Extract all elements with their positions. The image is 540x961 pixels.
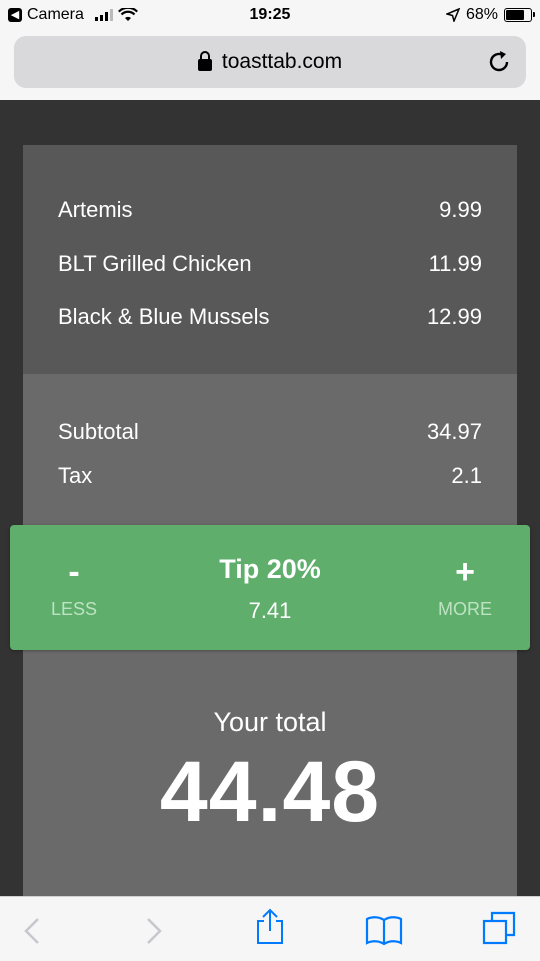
tip-percentage: Tip 20% bbox=[219, 554, 321, 584]
battery-percent: 68% bbox=[465, 6, 498, 23]
increase-tip-button[interactable]: + MORE bbox=[425, 525, 505, 620]
item-name: Black & Blue Mussels bbox=[58, 304, 270, 329]
decrease-tip-button[interactable]: - LESS bbox=[34, 525, 114, 620]
decrease-tip-label: LESS bbox=[50, 599, 98, 619]
item-name: Artemis bbox=[58, 197, 133, 222]
tax-label: Tax bbox=[58, 463, 93, 488]
order-items: Artemis 9.99 BLT Grilled Chicken 11.99 B… bbox=[23, 145, 517, 374]
total-label: Your total bbox=[213, 707, 327, 737]
item-price: 11.99 bbox=[428, 251, 482, 276]
minus-icon: - bbox=[68, 553, 80, 591]
item-price: 9.99 bbox=[439, 197, 482, 222]
tip-display: Tip 20% 7.41 bbox=[170, 525, 370, 624]
subtotal-label: Subtotal bbox=[58, 419, 139, 444]
plus-icon: + bbox=[455, 553, 475, 591]
subtotal-row: Subtotal 34.97 bbox=[58, 419, 482, 445]
bookmarks-icon[interactable] bbox=[364, 911, 404, 951]
status-bar: ◀ Camera 19:25 68% bbox=[0, 0, 540, 32]
tip-selector: - LESS Tip 20% 7.41 + MORE bbox=[10, 525, 530, 650]
item-price: 12.99 bbox=[426, 304, 482, 329]
browser-toolbar bbox=[0, 896, 540, 961]
tabs-icon[interactable] bbox=[480, 909, 520, 949]
list-item: BLT Grilled Chicken 11.99 bbox=[58, 251, 482, 277]
total-value: 44.48 bbox=[159, 744, 381, 840]
subtotal-value: 34.97 bbox=[426, 419, 482, 444]
url-domain: toasttab.com bbox=[221, 50, 343, 73]
checkout-card: Artemis 9.99 BLT Grilled Chicken 11.99 B… bbox=[23, 145, 517, 896]
lock-icon bbox=[197, 51, 212, 71]
increase-tip-label: MORE bbox=[438, 599, 492, 619]
list-item: Artemis 9.99 bbox=[58, 197, 482, 223]
address-bar[interactable]: toasttab.com bbox=[14, 36, 526, 88]
location-arrow-icon bbox=[445, 8, 460, 22]
list-item: Black & Blue Mussels 12.99 bbox=[58, 304, 482, 330]
tax-row: Tax 2.1 bbox=[58, 463, 482, 489]
tip-amount: 7.41 bbox=[248, 598, 292, 623]
browser-header: toasttab.com bbox=[0, 32, 540, 100]
share-icon[interactable] bbox=[250, 907, 290, 947]
reload-icon[interactable] bbox=[486, 49, 512, 75]
tax-value: 2.1 bbox=[451, 463, 482, 488]
item-name: BLT Grilled Chicken bbox=[58, 251, 252, 276]
back-arrow-icon[interactable] bbox=[14, 911, 54, 951]
forward-arrow-icon[interactable] bbox=[132, 911, 172, 951]
battery-icon bbox=[504, 8, 535, 22]
